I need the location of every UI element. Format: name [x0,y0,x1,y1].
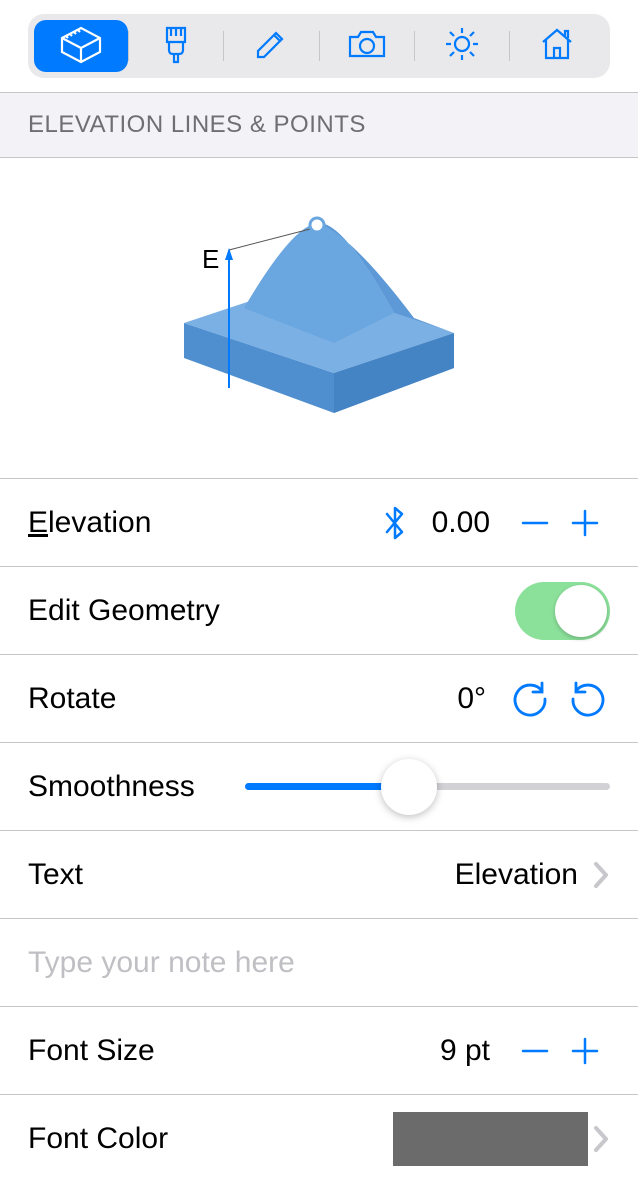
decrement-button[interactable] [510,498,560,548]
text-value: Elevation [455,858,578,892]
settings-list: Elevation 0.00 Edit Geometry Rotate 0° [0,478,638,1183]
brush-icon [159,24,193,69]
rotate-label: Rotate [28,682,116,716]
increment-button[interactable] [560,1026,610,1076]
smoothness-slider[interactable] [245,759,610,815]
font-size-value: 9 pt [440,1034,490,1068]
edit-geometry-row: Edit Geometry [0,567,638,655]
elevation-row: Elevation 0.00 [0,479,638,567]
edit-geometry-toggle[interactable] [515,582,610,640]
section-title: ELEVATION LINES & POINTS [28,111,366,138]
note-input[interactable] [28,946,610,980]
terrain-illustration: E [154,198,484,418]
brush-tool[interactable] [129,20,223,72]
edit-geometry-label: Edit Geometry [28,594,220,628]
font-size-label: Font Size [28,1034,155,1068]
preview-label: E [202,244,219,274]
toolbar-container [0,0,638,92]
toggle-knob [555,585,607,637]
camera-tool[interactable] [320,20,414,72]
camera-icon [346,27,388,66]
home-tool[interactable] [510,20,604,72]
elevation-preview: E [0,158,638,478]
font-color-swatch[interactable] [393,1112,588,1166]
rotate-ccw-button[interactable] [566,677,610,721]
sun-tool[interactable] [415,20,509,72]
font-size-row: Font Size 9 pt [0,1007,638,1095]
note-row [0,919,638,1007]
smoothness-row: Smoothness [0,743,638,831]
ruler-box-icon [58,24,104,69]
rotate-value: 0° [457,682,486,716]
pencil-icon [252,25,290,68]
text-label: Text [28,858,83,892]
text-row[interactable]: Text Elevation [0,831,638,919]
toolbar [28,14,610,78]
elevation-label: Elevation [28,506,151,540]
section-header: ELEVATION LINES & POINTS [0,92,638,158]
elevation-value: 0.00 [432,506,490,540]
decrement-button[interactable] [510,1026,560,1076]
chevron-right-icon [592,1124,610,1154]
bluetooth-icon[interactable] [382,503,408,543]
slider-thumb[interactable] [381,759,437,815]
house-icon [537,26,577,67]
rotate-row: Rotate 0° [0,655,638,743]
font-color-label: Font Color [28,1122,168,1156]
design-tool[interactable] [34,20,128,72]
smoothness-label: Smoothness [28,770,195,804]
pencil-tool[interactable] [224,20,318,72]
chevron-right-icon [592,860,610,890]
increment-button[interactable] [560,498,610,548]
rotate-cw-button[interactable] [508,677,552,721]
sun-icon [443,25,481,68]
font-color-row[interactable]: Font Color [0,1095,638,1183]
